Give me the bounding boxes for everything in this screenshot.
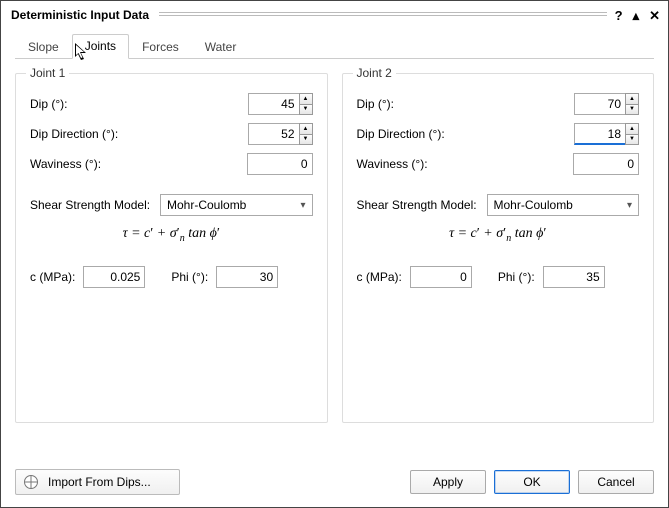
joint2-dip-input[interactable] — [574, 93, 626, 115]
joint2-shear-select[interactable]: Mohr-Coulomb ▾ — [487, 194, 640, 216]
joint1-dipdir-input[interactable] — [248, 123, 300, 145]
joint1-dipdir-label: Dip Direction (°): — [30, 127, 248, 141]
close-icon[interactable]: ✕ — [649, 9, 660, 22]
joint1-dipdir-up[interactable]: ▲ — [299, 123, 313, 134]
dialog-footer: Import From Dips... Apply OK Cancel — [15, 469, 654, 495]
import-label: Import From Dips... — [48, 475, 151, 489]
joint2-dipdir-up[interactable]: ▲ — [625, 123, 639, 134]
joint1-formula: τ = c′ + σ′n tan ϕ′ — [30, 226, 313, 244]
joint2-waviness-input[interactable] — [573, 153, 639, 175]
joint1-waviness-label: Waviness (°): — [30, 157, 247, 171]
joint2-title: Joint 2 — [353, 66, 396, 80]
apply-button[interactable]: Apply — [410, 470, 486, 494]
ok-button[interactable]: OK — [494, 470, 570, 494]
joint2-c-label: c (MPa): — [357, 270, 402, 284]
joint2-c-input[interactable] — [410, 266, 472, 288]
cancel-button[interactable]: Cancel — [578, 470, 654, 494]
joint2-dip-label: Dip (°): — [357, 97, 575, 111]
chevron-down-icon: ▾ — [627, 200, 632, 211]
joint2-phi-input[interactable] — [543, 266, 605, 288]
joint2-shear-value: Mohr-Coulomb — [494, 198, 573, 212]
joint1-group: Joint 1 Dip (°): ▲ ▼ Dip Direction (°): … — [15, 73, 328, 423]
joint1-dip-label: Dip (°): — [30, 97, 248, 111]
joint1-c-input[interactable] — [83, 266, 145, 288]
joint1-shear-value: Mohr-Coulomb — [167, 198, 246, 212]
joint1-dip-down[interactable]: ▼ — [299, 104, 313, 116]
window-title: Deterministic Input Data — [11, 8, 155, 22]
joint2-dip-down[interactable]: ▼ — [625, 104, 639, 116]
help-icon[interactable]: ? — [615, 9, 623, 22]
joint2-dipdir-down[interactable]: ▼ — [625, 134, 639, 146]
joint2-waviness-label: Waviness (°): — [357, 157, 574, 171]
joint1-shear-label: Shear Strength Model: — [30, 198, 160, 212]
joint1-phi-input[interactable] — [216, 266, 278, 288]
tab-slope[interactable]: Slope — [15, 35, 72, 59]
title-rule — [159, 12, 607, 18]
joint2-dip-up[interactable]: ▲ — [625, 93, 639, 104]
tab-strip: Slope Joints Forces Water — [15, 33, 654, 59]
collapse-icon[interactable]: ▴ — [633, 9, 640, 22]
joint1-phi-label: Phi (°): — [171, 270, 208, 284]
globe-icon — [24, 475, 38, 489]
joint1-c-label: c (MPa): — [30, 270, 75, 284]
joint1-shear-select[interactable]: Mohr-Coulomb ▾ — [160, 194, 313, 216]
joint1-dip-input[interactable] — [248, 93, 300, 115]
joint1-waviness-input[interactable] — [247, 153, 313, 175]
joint2-dipdir-label: Dip Direction (°): — [357, 127, 575, 141]
joint1-title: Joint 1 — [26, 66, 69, 80]
tab-joints[interactable]: Joints — [72, 34, 129, 59]
joint2-dipdir-input[interactable] — [574, 123, 626, 145]
title-bar: Deterministic Input Data ? ▴ ✕ — [1, 1, 668, 27]
import-from-dips-button[interactable]: Import From Dips... — [15, 469, 180, 495]
joint2-formula: τ = c′ + σ′n tan ϕ′ — [357, 226, 640, 244]
joint1-dip-up[interactable]: ▲ — [299, 93, 313, 104]
tab-water[interactable]: Water — [192, 35, 250, 59]
joint1-dipdir-down[interactable]: ▼ — [299, 134, 313, 146]
joint2-phi-label: Phi (°): — [498, 270, 535, 284]
tab-forces[interactable]: Forces — [129, 35, 192, 59]
chevron-down-icon: ▾ — [300, 200, 305, 211]
joint2-shear-label: Shear Strength Model: — [357, 198, 487, 212]
joint2-group: Joint 2 Dip (°): ▲ ▼ Dip Direction (°): … — [342, 73, 655, 423]
